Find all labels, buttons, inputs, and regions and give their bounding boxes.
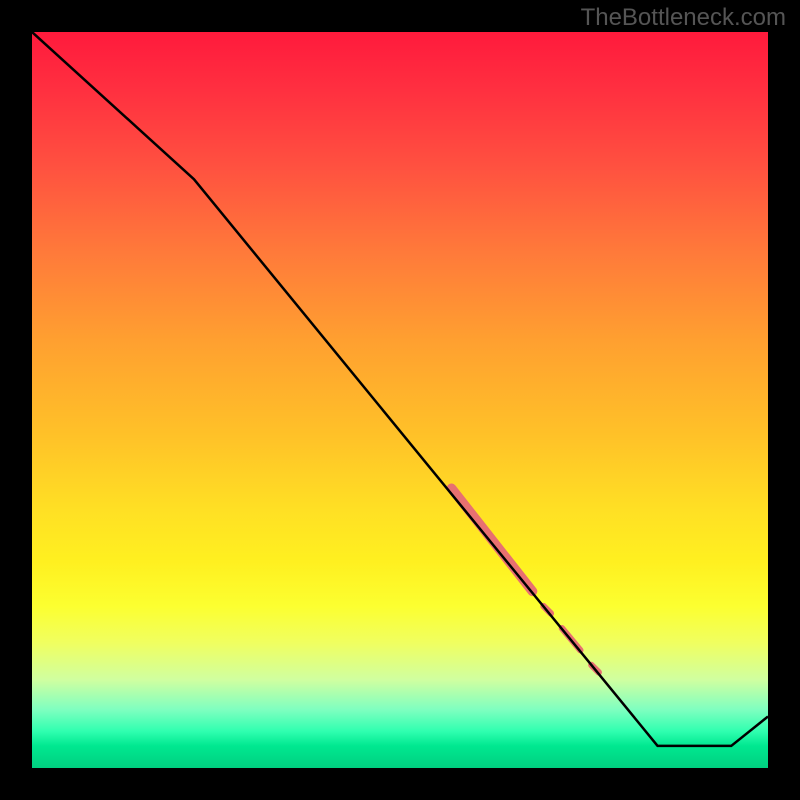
chart-svg: [32, 32, 768, 768]
main-curve: [32, 32, 768, 746]
highlight-segment: [452, 488, 533, 591]
highlight-segments: [452, 488, 599, 672]
watermark-text: TheBottleneck.com: [581, 4, 786, 32]
chart-area: [32, 32, 768, 768]
